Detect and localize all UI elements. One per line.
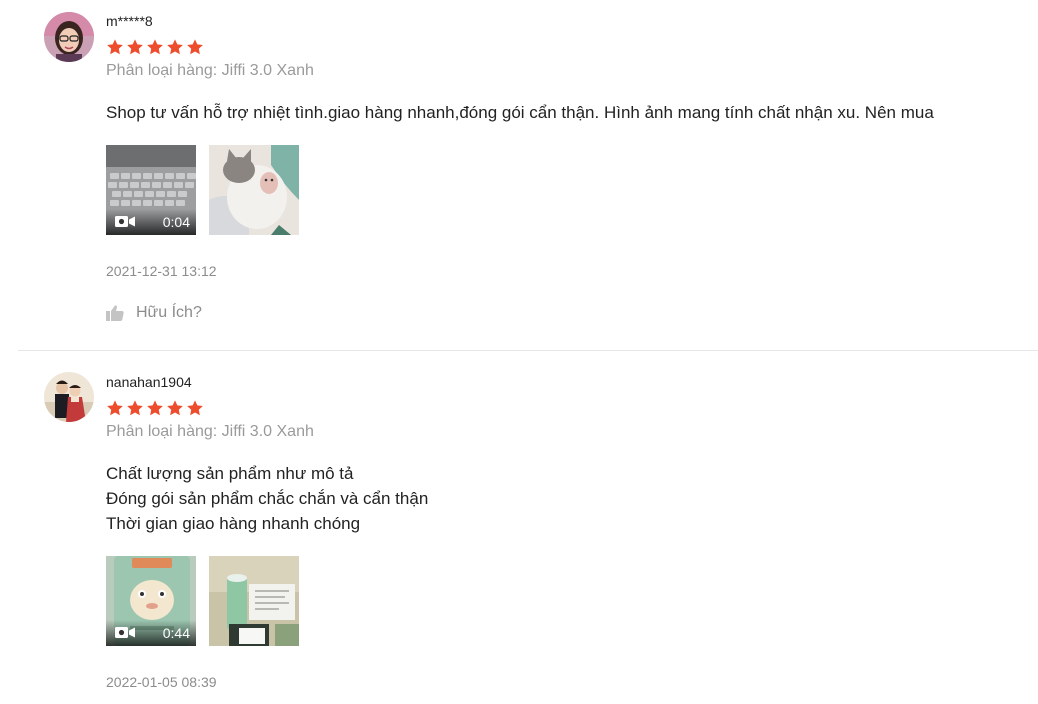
star-icon bbox=[107, 39, 123, 55]
avatar[interactable] bbox=[44, 12, 94, 62]
star-icon bbox=[127, 400, 143, 416]
video-camera-icon bbox=[115, 627, 135, 638]
review-content: Chất lượng sản phẩm như mô tả Đóng gói s… bbox=[106, 461, 428, 536]
image-thumbnail[interactable] bbox=[209, 556, 299, 646]
star-icon bbox=[167, 400, 183, 416]
reviewer-username: m*****8 bbox=[106, 13, 153, 29]
star-icon bbox=[167, 39, 183, 55]
star-rating bbox=[106, 399, 204, 417]
image-thumbnail[interactable] bbox=[209, 145, 299, 235]
star-icon bbox=[147, 400, 163, 416]
avatar[interactable] bbox=[44, 372, 94, 422]
review-text-line: Chất lượng sản phẩm như mô tả bbox=[106, 464, 354, 483]
reviewer-username: nanahan1904 bbox=[106, 374, 192, 390]
review-content: Shop tư vấn hỗ trợ nhiệt tình.giao hàng … bbox=[106, 100, 934, 125]
star-icon bbox=[187, 400, 203, 416]
star-rating bbox=[106, 38, 204, 56]
review-media-list: 0:44 bbox=[106, 556, 299, 646]
review-divider bbox=[18, 350, 1038, 351]
review-text-line: Shop tư vấn hỗ trợ nhiệt tình.giao hàng … bbox=[106, 103, 934, 122]
review-text-line: Thời gian giao hàng nhanh chóng bbox=[106, 514, 361, 533]
review-timestamp: 2022-01-05 08:39 bbox=[106, 674, 217, 690]
video-thumbnail[interactable]: 0:44 bbox=[106, 556, 196, 646]
review-text-line: Đóng gói sản phẩm chắc chắn và cẩn thận bbox=[106, 489, 429, 508]
star-icon bbox=[147, 39, 163, 55]
review-timestamp: 2021-12-31 13:12 bbox=[106, 263, 217, 279]
product-variation: Phân loại hàng: Jiffi 3.0 Xanh bbox=[106, 62, 314, 79]
video-thumbnail[interactable]: 0:04 bbox=[106, 145, 196, 235]
star-icon bbox=[127, 39, 143, 55]
video-duration: 0:04 bbox=[162, 214, 190, 230]
star-icon bbox=[187, 39, 203, 55]
review-media-list: 0:04 bbox=[106, 145, 299, 235]
video-duration: 0:44 bbox=[162, 625, 190, 641]
star-icon bbox=[107, 400, 123, 416]
helpful-label: Hữu Ích? bbox=[136, 304, 202, 321]
product-variation: Phân loại hàng: Jiffi 3.0 Xanh bbox=[106, 423, 314, 440]
video-camera-icon bbox=[115, 216, 135, 227]
helpful-button[interactable]: Hữu Ích? bbox=[106, 304, 202, 322]
thumbs-up-icon bbox=[106, 305, 124, 321]
